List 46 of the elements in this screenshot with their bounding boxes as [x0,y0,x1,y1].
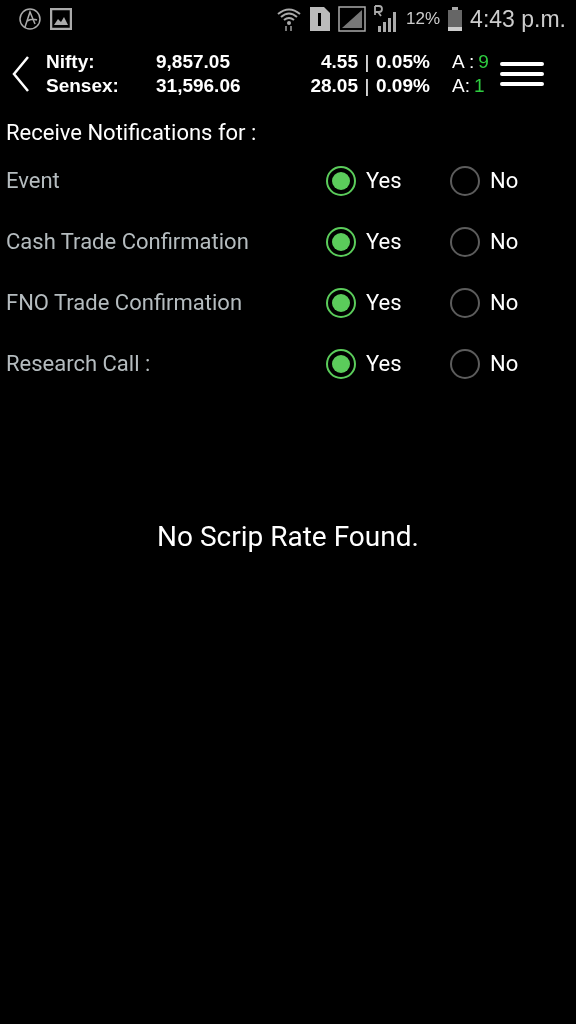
index-name: Sensex: [46,75,120,97]
radio-option[interactable]: Yes [326,226,450,257]
index-value: 9,857.05 [156,51,231,73]
radio-icon[interactable] [450,226,480,257]
sim-icon [310,7,331,31]
index-change: 4.55 [320,51,358,73]
radio-option[interactable]: No [450,226,574,257]
radio-option[interactable]: Yes [326,165,450,196]
section-title: Receive Notifications for : [5,119,258,147]
app-logo-icon [18,7,42,31]
signal-icon [338,6,367,32]
notification-label: Research Call : [6,351,152,376]
radio-icon[interactable] [326,165,356,196]
radio-option[interactable]: No [450,348,574,379]
notification-label: Event [6,168,61,193]
radio-icon[interactable] [450,165,480,196]
index-value: 31,596.06 [156,75,242,97]
a-value: 9 [478,51,489,73]
radio-option[interactable]: No [450,165,574,196]
a-label: A: [452,75,470,97]
index-name: Nifty: [46,51,96,73]
roaming-signal-icon [374,5,399,33]
radio-icon[interactable] [450,287,480,318]
battery-icon [448,7,463,31]
notification-label: Cash Trade Confirmation [6,229,250,254]
radio-option[interactable]: Yes [326,287,450,318]
radio-option[interactable]: Yes [326,348,450,379]
index-percent: 0.05% [376,51,431,73]
radio-icon[interactable] [326,348,356,379]
battery-percent: 12% [406,9,441,29]
separator: | [363,51,371,73]
radio-icon[interactable] [326,226,356,257]
notification-label: FNO Trade Confirmation [6,290,244,315]
index-change: 28.05 [309,75,358,97]
radio-icon[interactable] [450,348,480,379]
a-value: 1 [473,75,485,97]
image-icon [50,8,72,30]
menu-button[interactable] [500,61,544,87]
separator: | [363,75,371,97]
radio-option[interactable]: No [450,287,574,318]
a-label: A : [452,51,475,73]
clock-time: 4:43 p.m. [470,5,566,33]
wifi-icon [276,6,303,32]
radio-icon[interactable] [326,287,356,318]
index-percent: 0.09% [376,75,431,97]
empty-message: No Scrip Rate Found. [157,520,419,553]
